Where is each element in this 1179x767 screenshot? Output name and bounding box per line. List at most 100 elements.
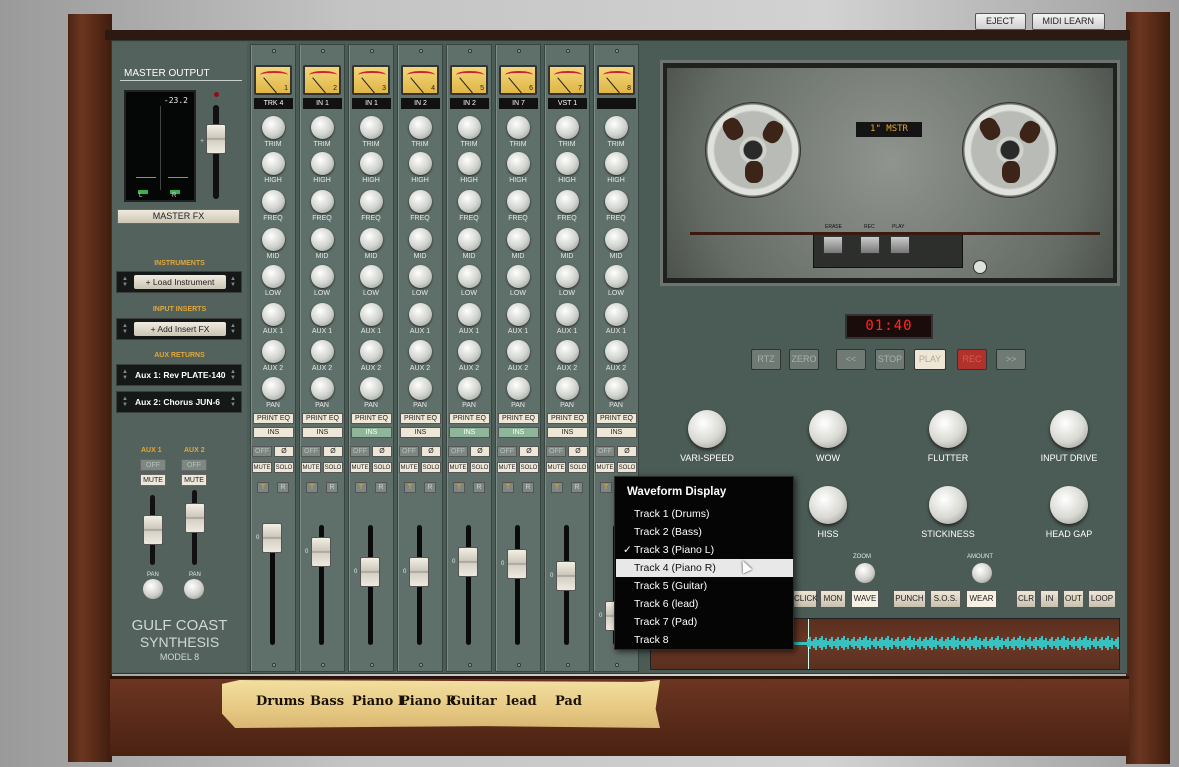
- solo-button[interactable]: SOLO: [372, 462, 392, 473]
- channel-high-knob[interactable]: [360, 152, 383, 175]
- phase-button[interactable]: Ø: [470, 446, 490, 457]
- transport-stop-button[interactable]: STOP: [875, 349, 905, 370]
- channel-aux-1-knob[interactable]: [605, 303, 628, 326]
- channel-aux-1-knob[interactable]: [311, 303, 334, 326]
- channel-freq-knob[interactable]: [262, 190, 285, 213]
- add-insert-button[interactable]: + Add Insert FX: [134, 322, 226, 336]
- channel-mid-knob[interactable]: [556, 228, 579, 251]
- track-arm-button[interactable]: T: [404, 482, 416, 493]
- channel-trim-knob[interactable]: [458, 116, 481, 139]
- mute-button[interactable]: MUTE: [301, 462, 321, 473]
- channel-trim-knob[interactable]: [311, 116, 334, 139]
- mute-button[interactable]: MUTE: [595, 462, 615, 473]
- input-drive-knob[interactable]: [1050, 410, 1088, 448]
- mute-button[interactable]: MUTE: [252, 462, 272, 473]
- menu-item-track-1[interactable]: Track 1 (Drums): [616, 505, 793, 523]
- channel-mid-knob[interactable]: [605, 228, 628, 251]
- aux-return-1[interactable]: ▲ ▼ Aux 1: Rev PLATE-140 ▲ ▼: [116, 364, 242, 386]
- off-button[interactable]: OFF: [252, 446, 272, 457]
- transport-rewind-button[interactable]: <<: [836, 349, 866, 370]
- aux1-fader[interactable]: [143, 515, 163, 545]
- channel-mid-knob[interactable]: [507, 228, 530, 251]
- channel-high-knob[interactable]: [409, 152, 432, 175]
- stickiness-knob[interactable]: [929, 486, 967, 524]
- phase-button[interactable]: Ø: [372, 446, 392, 457]
- channel-aux-2-knob[interactable]: [262, 340, 285, 363]
- channel-aux-1-knob[interactable]: [262, 303, 285, 326]
- channel-input-select[interactable]: IN 7: [499, 98, 538, 109]
- mute-button[interactable]: MUTE: [350, 462, 370, 473]
- master-fx-button[interactable]: MASTER FX: [117, 209, 240, 224]
- channel-trim-knob[interactable]: [360, 116, 383, 139]
- ins-button[interactable]: INS: [498, 427, 539, 438]
- channel-aux-2-knob[interactable]: [311, 340, 334, 363]
- loop-button[interactable]: LOOP: [1088, 590, 1116, 608]
- channel-high-knob[interactable]: [262, 152, 285, 175]
- ins-button[interactable]: INS: [449, 427, 490, 438]
- channel-fader[interactable]: [360, 557, 380, 587]
- aux2-fader[interactable]: [185, 503, 205, 533]
- channel-trim-knob[interactable]: [605, 116, 628, 139]
- aux-return-2[interactable]: ▲ ▼ Aux 2: Chorus JUN-6 ▲ ▼: [116, 391, 242, 413]
- vari-speed-knob[interactable]: [688, 410, 726, 448]
- record-arm-button[interactable]: R: [473, 482, 485, 493]
- channel-trim-knob[interactable]: [262, 116, 285, 139]
- off-button[interactable]: OFF: [350, 446, 370, 457]
- channel-fader[interactable]: [311, 537, 331, 567]
- ins-button[interactable]: INS: [302, 427, 343, 438]
- in-button[interactable]: IN: [1040, 590, 1059, 608]
- channel-input-select[interactable]: IN 1: [303, 98, 342, 109]
- channel-fader[interactable]: [507, 549, 527, 579]
- channel-low-knob[interactable]: [262, 265, 285, 288]
- off-button[interactable]: OFF: [595, 446, 615, 457]
- phase-button[interactable]: Ø: [568, 446, 588, 457]
- channel-input-select[interactable]: [597, 98, 636, 109]
- off-button[interactable]: OFF: [301, 446, 321, 457]
- solo-button[interactable]: SOLO: [421, 462, 441, 473]
- record-arm-button[interactable]: R: [277, 482, 289, 493]
- channel-pan-knob[interactable]: [458, 377, 481, 400]
- record-arm-button[interactable]: R: [571, 482, 583, 493]
- print-eq-button[interactable]: PRINT EQ: [547, 413, 588, 424]
- channel-trim-knob[interactable]: [556, 116, 579, 139]
- ins-button[interactable]: INS: [351, 427, 392, 438]
- print-eq-button[interactable]: PRINT EQ: [596, 413, 637, 424]
- channel-aux-2-knob[interactable]: [605, 340, 628, 363]
- aux2-mute-button[interactable]: MUTE: [181, 474, 207, 486]
- phase-button[interactable]: Ø: [617, 446, 637, 457]
- channel-low-knob[interactable]: [409, 265, 432, 288]
- solo-button[interactable]: SOLO: [323, 462, 343, 473]
- channel-mid-knob[interactable]: [360, 228, 383, 251]
- channel-pan-knob[interactable]: [605, 377, 628, 400]
- menu-item-track-5[interactable]: Track 5 (Guitar): [616, 577, 793, 595]
- off-button[interactable]: OFF: [546, 446, 566, 457]
- channel-high-knob[interactable]: [556, 152, 579, 175]
- channel-freq-knob[interactable]: [605, 190, 628, 213]
- track-arm-button[interactable]: T: [453, 482, 465, 493]
- click-button[interactable]: CLICK: [793, 590, 818, 608]
- mute-button[interactable]: MUTE: [546, 462, 566, 473]
- channel-input-select[interactable]: IN 1: [352, 98, 391, 109]
- off-button[interactable]: OFF: [448, 446, 468, 457]
- clr-button[interactable]: CLR: [1016, 590, 1036, 608]
- phase-button[interactable]: Ø: [274, 446, 294, 457]
- channel-freq-knob[interactable]: [507, 190, 530, 213]
- channel-aux-1-knob[interactable]: [360, 303, 383, 326]
- menu-item-track-8[interactable]: Track 8: [616, 631, 793, 649]
- channel-mid-knob[interactable]: [311, 228, 334, 251]
- channel-freq-knob[interactable]: [458, 190, 481, 213]
- channel-pan-knob[interactable]: [409, 377, 432, 400]
- amount-knob[interactable]: [972, 563, 992, 583]
- ins-button[interactable]: INS: [400, 427, 441, 438]
- menu-item-track-3[interactable]: ✓ Track 3 (Piano L): [616, 541, 793, 559]
- zoom-knob[interactable]: [855, 563, 875, 583]
- menu-item-track-6[interactable]: Track 6 (lead): [616, 595, 793, 613]
- channel-fader[interactable]: [262, 523, 282, 553]
- channel-trim-knob[interactable]: [409, 116, 432, 139]
- phase-button[interactable]: Ø: [323, 446, 343, 457]
- menu-item-track-7[interactable]: Track 7 (Pad): [616, 613, 793, 631]
- channel-input-select[interactable]: IN 2: [401, 98, 440, 109]
- track-arm-button[interactable]: T: [551, 482, 563, 493]
- wave-button[interactable]: WAVE: [851, 590, 879, 608]
- print-eq-button[interactable]: PRINT EQ: [302, 413, 343, 424]
